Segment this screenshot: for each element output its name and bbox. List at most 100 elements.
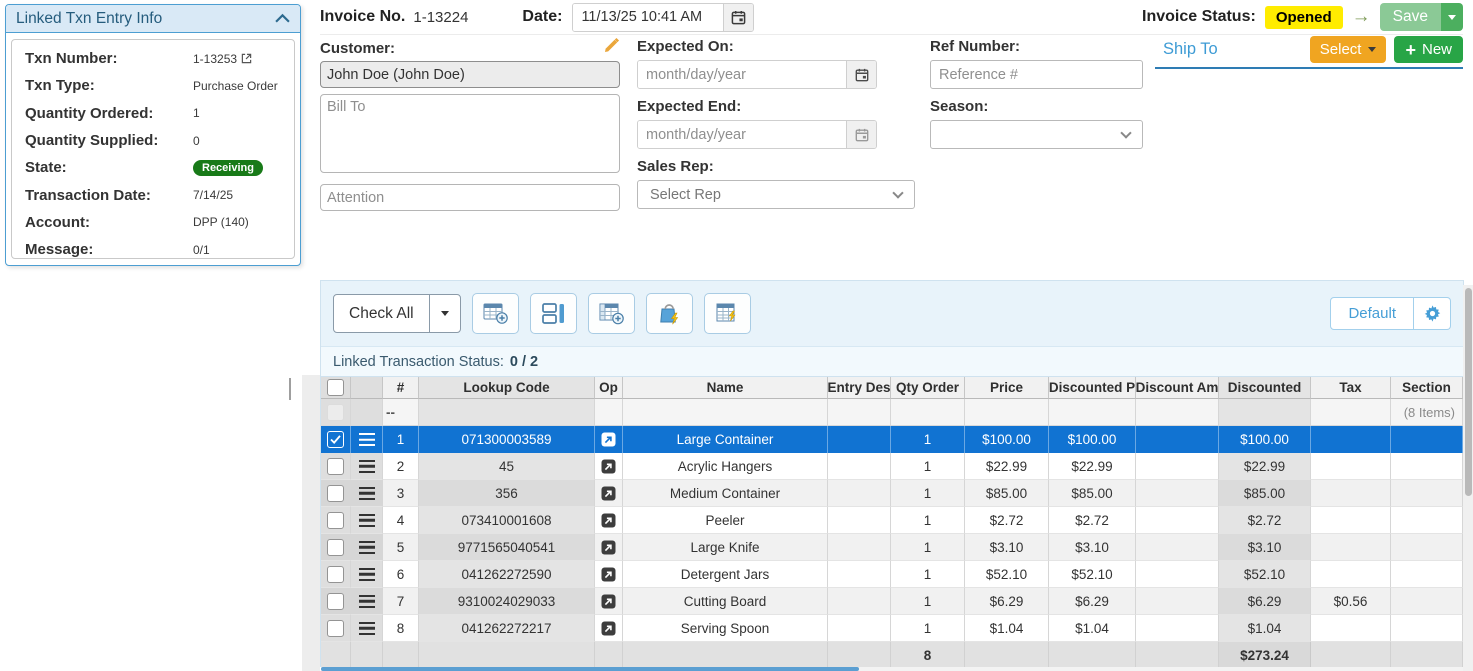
cell-tax[interactable] — [1311, 426, 1391, 453]
expected-on-calendar-icon[interactable] — [846, 61, 876, 88]
cell-lookup[interactable]: 356 — [419, 480, 595, 507]
cell-entry_desc[interactable] — [828, 561, 891, 588]
customer-input[interactable] — [320, 61, 620, 88]
cell-num[interactable]: 4 — [383, 507, 419, 534]
cell-num[interactable]: 2 — [383, 453, 419, 480]
grid-row-1[interactable]: 1071300003589Large Container1$100.00$100… — [321, 426, 1463, 453]
cell-disc_price[interactable]: $52.10 — [1049, 561, 1136, 588]
cell-discounted[interactable]: $22.99 — [1219, 453, 1311, 480]
cell-qty[interactable]: 1 — [891, 426, 965, 453]
cell-name[interactable]: Large Knife — [623, 534, 828, 561]
cell-price[interactable]: $52.10 — [965, 561, 1049, 588]
cell-disc_amt[interactable] — [1136, 453, 1219, 480]
cell-price[interactable]: $6.29 — [965, 588, 1049, 615]
attention-input[interactable] — [320, 184, 620, 211]
cell-section[interactable] — [1391, 426, 1463, 453]
cell-disc_amt[interactable] — [1136, 507, 1219, 534]
save-button[interactable]: Save — [1380, 3, 1441, 31]
cell-section[interactable] — [1391, 615, 1463, 642]
row-checkbox[interactable] — [327, 539, 344, 556]
cell-num[interactable]: 7 — [383, 588, 419, 615]
sales-rep-select[interactable]: Select Rep — [637, 180, 915, 209]
cell-entry_desc[interactable] — [828, 480, 891, 507]
cell-disc_amt[interactable] — [1136, 426, 1219, 453]
cell-section[interactable] — [1391, 588, 1463, 615]
check-all-button[interactable]: Check All — [334, 295, 430, 332]
quick-table-button[interactable] — [704, 293, 751, 334]
cell-tax[interactable] — [1311, 534, 1391, 561]
cell-discounted[interactable]: $52.10 — [1219, 561, 1311, 588]
ref-number-input[interactable] — [930, 60, 1143, 89]
cell-name[interactable]: Peeler — [623, 507, 828, 534]
cell-qty[interactable]: 1 — [891, 507, 965, 534]
expected-end-input[interactable] — [638, 121, 846, 148]
cell-name[interactable]: Medium Container — [623, 480, 828, 507]
cell-name[interactable]: Cutting Board — [623, 588, 828, 615]
cell-disc_price[interactable]: $1.04 — [1049, 615, 1136, 642]
open-entry-button[interactable] — [595, 615, 623, 642]
column-header-op[interactable]: Op — [595, 377, 623, 399]
grid-settings-button[interactable] — [1414, 297, 1451, 330]
row-checkbox[interactable] — [327, 512, 344, 529]
row-menu-icon[interactable] — [359, 460, 375, 473]
cell-price[interactable]: $22.99 — [965, 453, 1049, 480]
horizontal-scrollbar[interactable] — [321, 667, 1463, 671]
column-header-price[interactable]: Price — [965, 377, 1049, 399]
cell-name[interactable]: Serving Spoon — [623, 615, 828, 642]
cell-num[interactable]: 1 — [383, 426, 419, 453]
cell-disc_amt[interactable] — [1136, 615, 1219, 642]
cell-discounted[interactable]: $6.29 — [1219, 588, 1311, 615]
row-menu-icon[interactable] — [359, 487, 375, 500]
external-link-icon[interactable] — [241, 53, 252, 64]
open-entry-button[interactable] — [595, 453, 623, 480]
cell-lookup[interactable]: 041262272217 — [419, 615, 595, 642]
cell-discounted[interactable]: $85.00 — [1219, 480, 1311, 507]
open-entry-button[interactable] — [595, 507, 623, 534]
collapse-panel-icon[interactable] — [275, 10, 290, 28]
season-select[interactable] — [930, 120, 1143, 149]
cell-disc_price[interactable]: $100.00 — [1049, 426, 1136, 453]
select-all-checkbox[interactable] — [327, 379, 344, 396]
txn-number-value[interactable]: 1-13253 — [193, 52, 237, 66]
cell-tax[interactable] — [1311, 480, 1391, 507]
vertical-scrollbar-thumb[interactable] — [1465, 288, 1472, 496]
column-header-tax[interactable]: Tax — [1311, 377, 1391, 399]
cell-disc_amt[interactable] — [1136, 480, 1219, 507]
cell-name[interactable]: Detergent Jars — [623, 561, 828, 588]
quick-add-bag-button[interactable] — [646, 293, 693, 334]
cell-entry_desc[interactable] — [828, 615, 891, 642]
column-header-lookup-code[interactable]: Lookup Code — [419, 377, 595, 399]
cell-lookup[interactable]: 9310024029033 — [419, 588, 595, 615]
cell-qty[interactable]: 1 — [891, 588, 965, 615]
column-header-discount-am[interactable]: Discount Am — [1136, 377, 1219, 399]
row-checkbox[interactable] — [327, 566, 344, 583]
open-entry-button[interactable] — [595, 561, 623, 588]
cell-tax[interactable] — [1311, 615, 1391, 642]
add-table-entry-button[interactable] — [588, 293, 635, 334]
cell-section[interactable] — [1391, 561, 1463, 588]
expected-on-input[interactable] — [638, 61, 846, 88]
column-header-qty-order[interactable]: Qty Order — [891, 377, 965, 399]
cell-disc_amt[interactable] — [1136, 534, 1219, 561]
cell-num[interactable]: 5 — [383, 534, 419, 561]
cell-num[interactable]: 8 — [383, 615, 419, 642]
cell-tax[interactable] — [1311, 561, 1391, 588]
cell-qty[interactable]: 1 — [891, 534, 965, 561]
cell-entry_desc[interactable] — [828, 534, 891, 561]
save-dropdown-toggle[interactable] — [1441, 3, 1463, 31]
column-header-name[interactable]: Name — [623, 377, 828, 399]
cell-discounted[interactable]: $100.00 — [1219, 426, 1311, 453]
bill-to-textarea[interactable] — [320, 94, 620, 173]
check-all-dropdown-toggle[interactable] — [430, 295, 460, 332]
filter-cell[interactable] — [321, 399, 351, 426]
row-menu-icon[interactable] — [359, 622, 375, 635]
cell-discounted[interactable]: $2.72 — [1219, 507, 1311, 534]
split-view-button[interactable] — [530, 293, 577, 334]
cell-disc_price[interactable]: $22.99 — [1049, 453, 1136, 480]
vertical-scrollbar[interactable] — [1463, 285, 1473, 671]
cell-disc_amt[interactable] — [1136, 588, 1219, 615]
cell-section[interactable] — [1391, 480, 1463, 507]
row-menu-icon[interactable] — [359, 514, 375, 527]
column-header-section[interactable]: Section — [1391, 377, 1463, 399]
cell-num[interactable]: 6 — [383, 561, 419, 588]
